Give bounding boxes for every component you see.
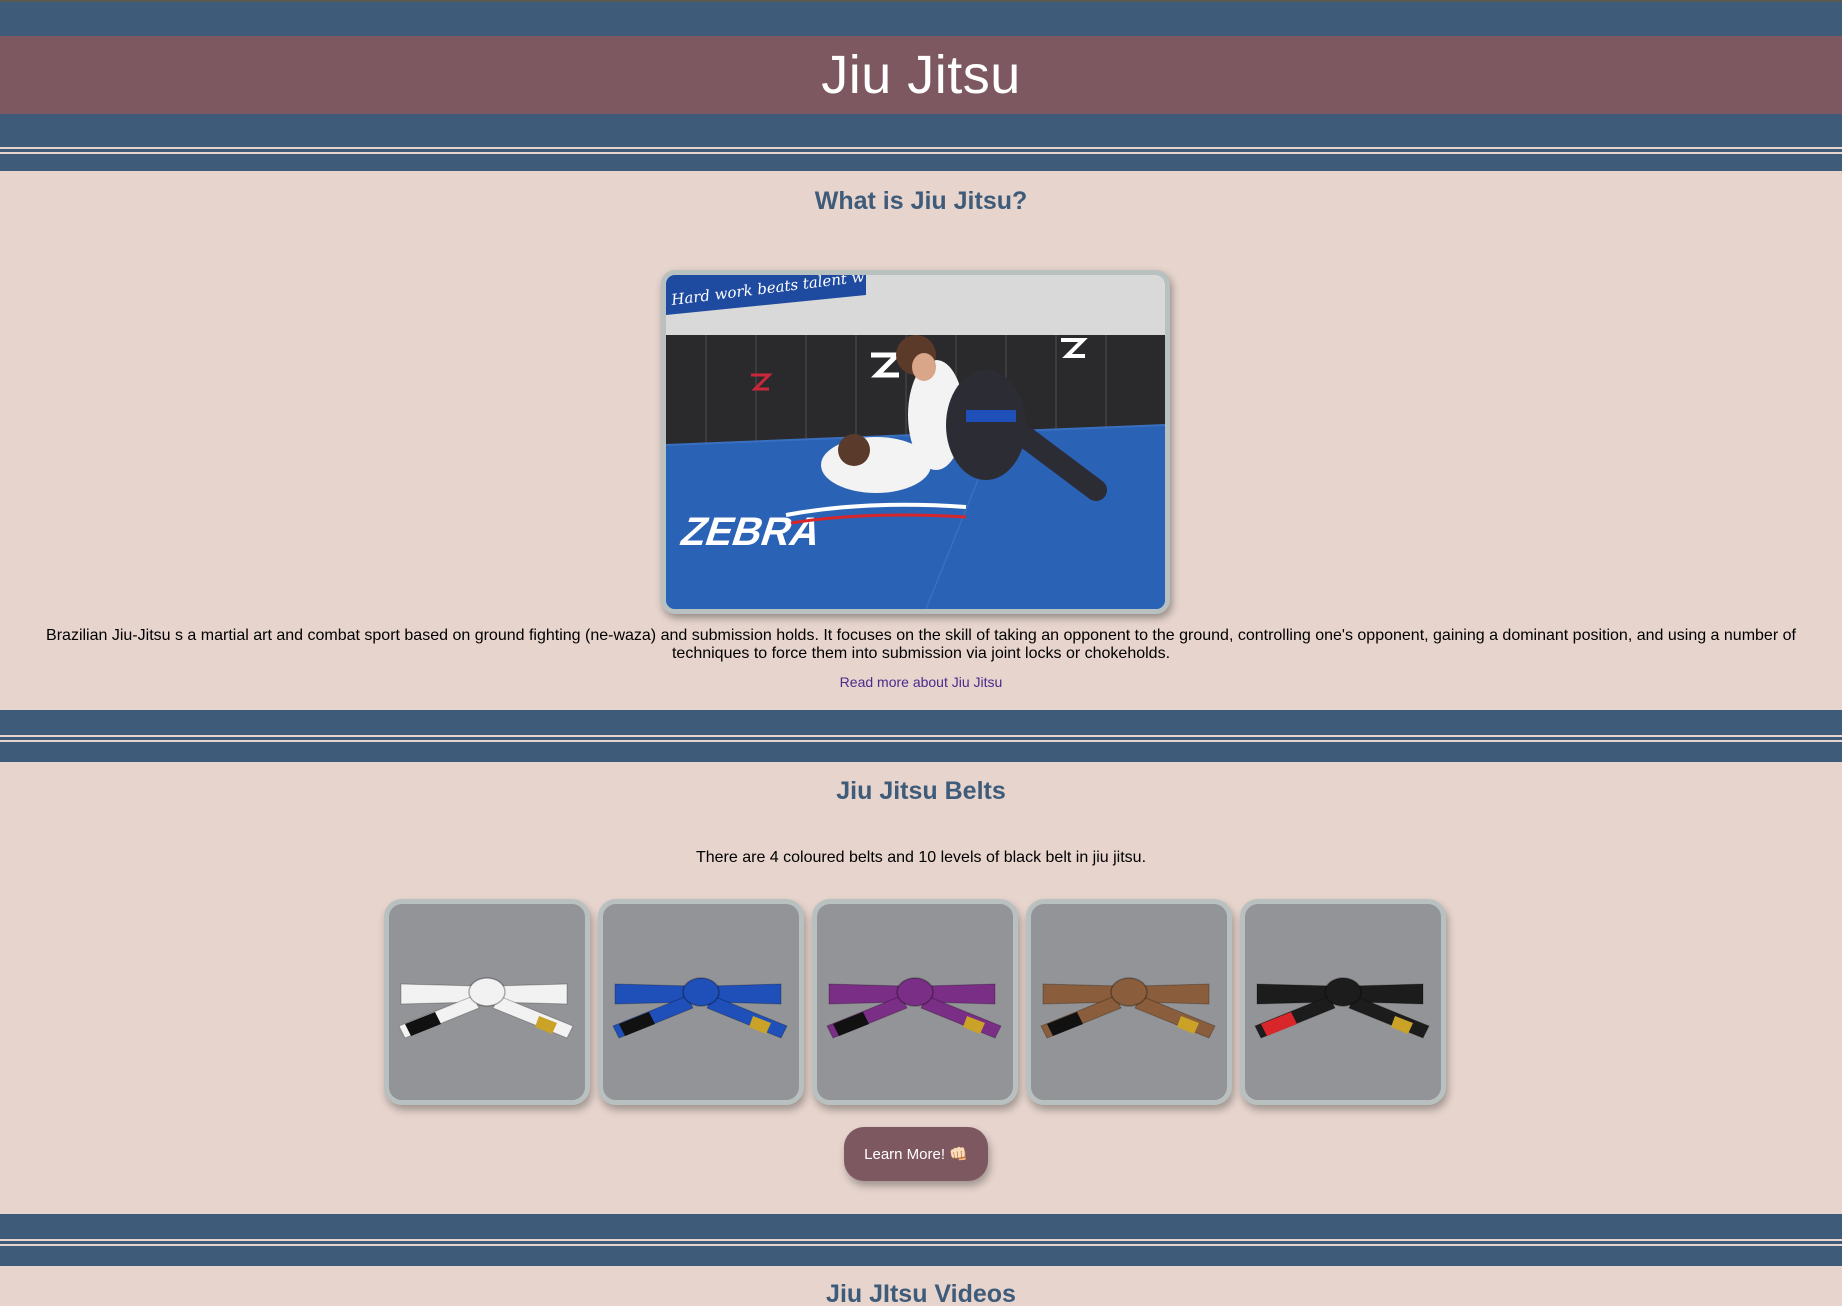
white-belt-card[interactable] — [384, 899, 590, 1105]
black-belt-icon — [1254, 977, 1430, 1039]
belts-heading: Jiu Jitsu Belts — [836, 777, 1006, 805]
purple-belt-card[interactable] — [812, 899, 1018, 1105]
purple-belt-icon — [826, 977, 1002, 1039]
white-belt-icon — [398, 977, 574, 1039]
brown-belt-icon — [1040, 977, 1216, 1039]
read-more-link[interactable]: Read more about Jiu Jitsu — [0, 674, 1842, 690]
blue-belt-card[interactable] — [598, 899, 804, 1105]
divider — [0, 114, 1842, 171]
mat-brand-text: ZEBRA — [675, 509, 827, 554]
jiu-jitsu-photo: Hard work beats talent w ZEBRA — [661, 270, 1170, 614]
title-bar: Jiu Jitsu — [0, 36, 1842, 114]
about-section: What is Jiu Jitsu? — [0, 187, 1842, 216]
top-band — [0, 0, 1842, 36]
videos-section: Jiu JItsu Videos — [0, 1280, 1842, 1306]
belts-intro: There are 4 coloured belts and 10 levels… — [695, 849, 1147, 866]
brown-belt-card[interactable] — [1026, 899, 1232, 1105]
blue-belt-icon — [612, 977, 788, 1039]
belts-section: Jiu Jitsu Belts — [0, 777, 1842, 806]
divider — [0, 710, 1842, 762]
divider — [0, 1214, 1842, 1266]
about-heading: What is Jiu Jitsu? — [814, 187, 1028, 215]
black-belt-card[interactable] — [1240, 899, 1446, 1105]
about-description: Brazilian Jiu-Jitsu s a martial art and … — [46, 627, 1796, 662]
videos-heading: Jiu JItsu Videos — [826, 1280, 1016, 1306]
learn-more-button[interactable]: Learn More! 👊🏻 — [844, 1127, 988, 1181]
page-title: Jiu Jitsu — [821, 45, 1021, 105]
